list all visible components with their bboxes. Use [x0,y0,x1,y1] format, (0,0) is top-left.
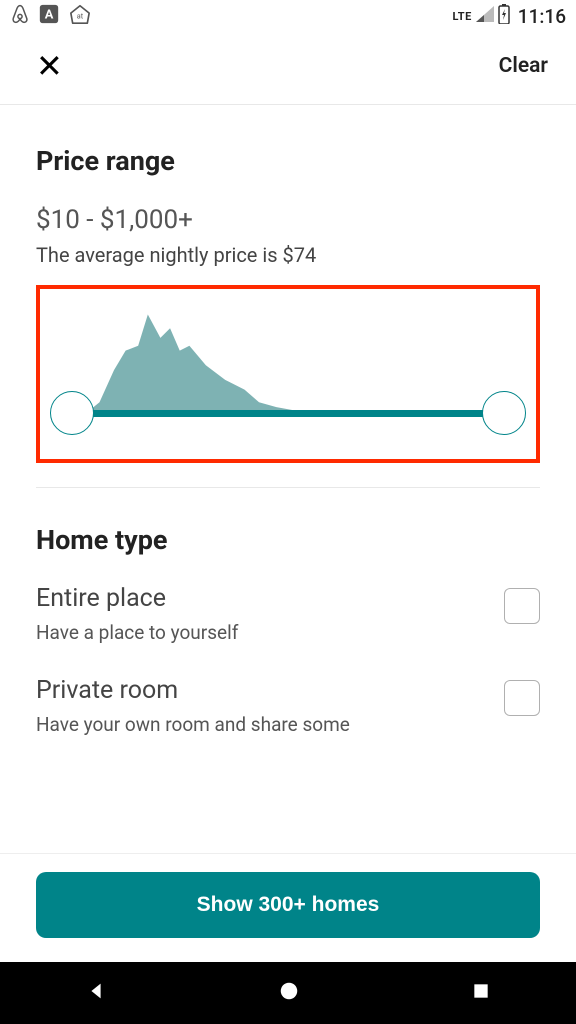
entire-place-checkbox[interactable] [504,588,540,624]
lte-indicator: LTE [453,10,472,23]
android-nav-bar [0,962,576,1024]
price-range-section: Price range $10 - $1,000+ The average ni… [36,145,540,463]
signal-icon [476,6,494,26]
price-slider-handle-max[interactable] [482,391,526,435]
price-range-title: Price range [36,145,540,177]
price-slider-track[interactable] [56,410,520,417]
price-average-text: The average nightly price is $74 [36,243,540,267]
home-type-title: Home type [36,524,540,556]
home-type-desc: Have a place to yourself [36,621,492,644]
price-histogram-box [36,285,540,463]
show-homes-button[interactable]: Show 300+ homes [36,872,540,938]
home-type-label: Entire place [36,584,492,613]
home-type-option: Private room Have your own room and shar… [36,676,540,736]
price-histogram [56,297,520,451]
clock-time: 11:16 [518,5,566,28]
airbnb-icon [10,3,30,29]
home-type-label: Private room [36,676,492,705]
nav-back-icon[interactable] [85,980,107,1006]
private-room-checkbox[interactable] [504,680,540,716]
nav-recent-icon[interactable] [471,981,491,1005]
close-icon[interactable]: ✕ [36,50,63,82]
cta-bar: Show 300+ homes [0,853,576,962]
nav-home-icon[interactable] [278,980,300,1006]
home-type-option: Entire place Have a place to yourself [36,584,540,644]
home-type-desc: Have your own room and share some [36,713,492,736]
status-bar: A at LTE 11:16 [0,0,576,32]
clear-button[interactable]: Clear [499,54,548,78]
section-divider [36,487,540,488]
price-range-value: $10 - $1,000+ [36,205,540,235]
home-type-section: Home type Entire place Have a place to y… [36,524,540,736]
house-icon: at [68,3,92,29]
filter-header: ✕ Clear [0,32,576,105]
svg-text:at: at [77,12,84,21]
price-slider-handle-min[interactable] [50,391,94,435]
svg-text:A: A [45,8,54,23]
filter-content: Price range $10 - $1,000+ The average ni… [0,105,576,853]
app-icon: A [38,3,60,29]
battery-icon [498,4,510,28]
